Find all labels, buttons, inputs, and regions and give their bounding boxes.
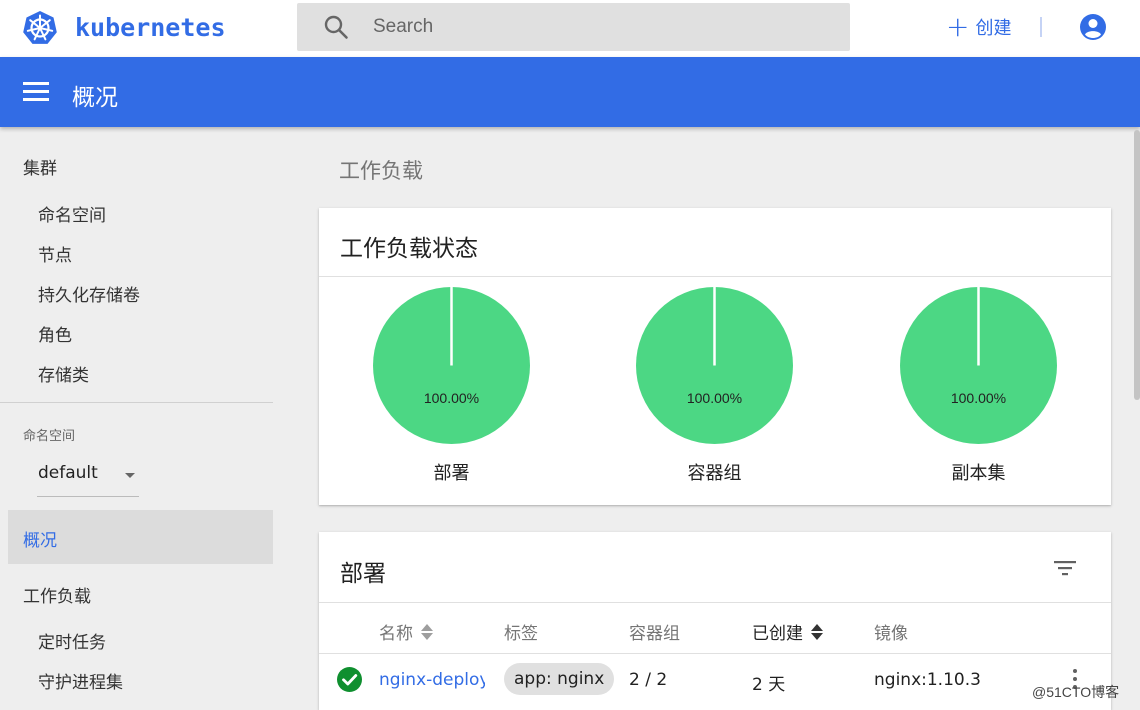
pie-pods [636, 287, 793, 444]
namespace-value: default [38, 463, 98, 483]
column-header-images: 镜像 [874, 624, 908, 644]
table-divider [319, 653, 1111, 654]
create-label: 创建 [975, 18, 1012, 39]
page-title: 概况 [72, 85, 118, 111]
pie-name-label: 部署 [433, 463, 470, 484]
created-age: 2 天 [752, 675, 786, 695]
create-button[interactable]: + 创建 [946, 10, 1012, 43]
column-header-label: 名称 [379, 624, 413, 644]
label-chip[interactable]: app: nginx [504, 663, 615, 695]
caret-down-icon [125, 473, 135, 478]
card-divider [319, 602, 1111, 603]
pie-deployments [373, 287, 530, 444]
deployment-name-link[interactable]: nginx-deployment [379, 670, 485, 690]
sort-icon [811, 623, 823, 641]
pie-percent-label: 100.00% [686, 390, 743, 406]
pie-percent-label: 100.00% [423, 390, 480, 406]
pie-name-label: 容器组 [687, 463, 742, 484]
column-header-label: 已创建 [752, 624, 803, 644]
search-bar[interactable] [297, 3, 850, 51]
watermark: @51CTO博客 [1032, 684, 1120, 700]
sidebar: 集群 命名空间 节点 持久化存储卷 角色 存储类 命名空间 default 概况… [0, 127, 273, 710]
column-header-pods: 容器组 [629, 624, 680, 644]
card-title: 工作负载状态 [340, 236, 478, 262]
sidebar-item-cron-jobs[interactable]: 定时任务 [38, 628, 106, 653]
sidebar-item-nodes[interactable]: 节点 [38, 241, 72, 266]
workload-status-card: 工作负载状态 100.00% 部署 100.00% 容器组 100.00% 副本… [319, 208, 1111, 505]
card-divider [319, 276, 1111, 277]
search-input[interactable] [373, 16, 773, 38]
sidebar-item-overview[interactable]: 概况 [8, 510, 273, 564]
image-name: nginx:1.10.3 [874, 670, 981, 690]
pods-count: 2 / 2 [629, 670, 668, 690]
column-header-created[interactable]: 已创建 [752, 619, 823, 644]
sidebar-item-storage-classes[interactable]: 存储类 [38, 361, 89, 386]
sidebar-heading-cluster[interactable]: 集群 [23, 154, 57, 179]
card-title: 部署 [340, 561, 386, 587]
header-divider [1040, 17, 1042, 37]
pie-name-label: 副本集 [951, 463, 1006, 484]
kubernetes-logo-icon[interactable] [22, 10, 58, 46]
brand-name[interactable]: kubernetes [75, 13, 226, 42]
namespace-label: 命名空间 [23, 429, 76, 444]
title-bar: 概况 [0, 57, 1140, 127]
sort-icon [421, 623, 433, 641]
menu-icon[interactable] [23, 82, 49, 102]
namespace-select[interactable]: default [37, 460, 139, 497]
sidebar-divider [0, 402, 273, 403]
column-header-labels: 标签 [504, 624, 538, 644]
sidebar-item-label: 概况 [23, 531, 57, 551]
deployments-card: 部署 名称 标签 容器组 已创建 镜像 nginx-deployment app… [319, 532, 1111, 710]
filter-icon[interactable] [1053, 558, 1077, 578]
sidebar-item-roles[interactable]: 角色 [38, 321, 72, 346]
sidebar-heading-workloads[interactable]: 工作负载 [23, 582, 91, 607]
column-header-name[interactable]: 名称 [379, 619, 433, 644]
sidebar-item-persistent-volumes[interactable]: 持久化存储卷 [38, 281, 140, 306]
pie-percent-label: 100.00% [950, 390, 1007, 406]
sidebar-item-daemon-sets[interactable]: 守护进程集 [38, 668, 123, 693]
plus-icon: + [946, 10, 970, 43]
check-circle-icon [337, 667, 362, 692]
pie-replica-sets [900, 287, 1057, 444]
section-title: 工作负载 [339, 159, 423, 183]
account-icon[interactable] [1079, 13, 1107, 41]
sidebar-item-namespaces[interactable]: 命名空间 [38, 201, 106, 226]
page-scrollbar[interactable] [1134, 130, 1140, 400]
top-bar: kubernetes + 创建 [0, 0, 1140, 57]
search-icon [324, 15, 348, 39]
